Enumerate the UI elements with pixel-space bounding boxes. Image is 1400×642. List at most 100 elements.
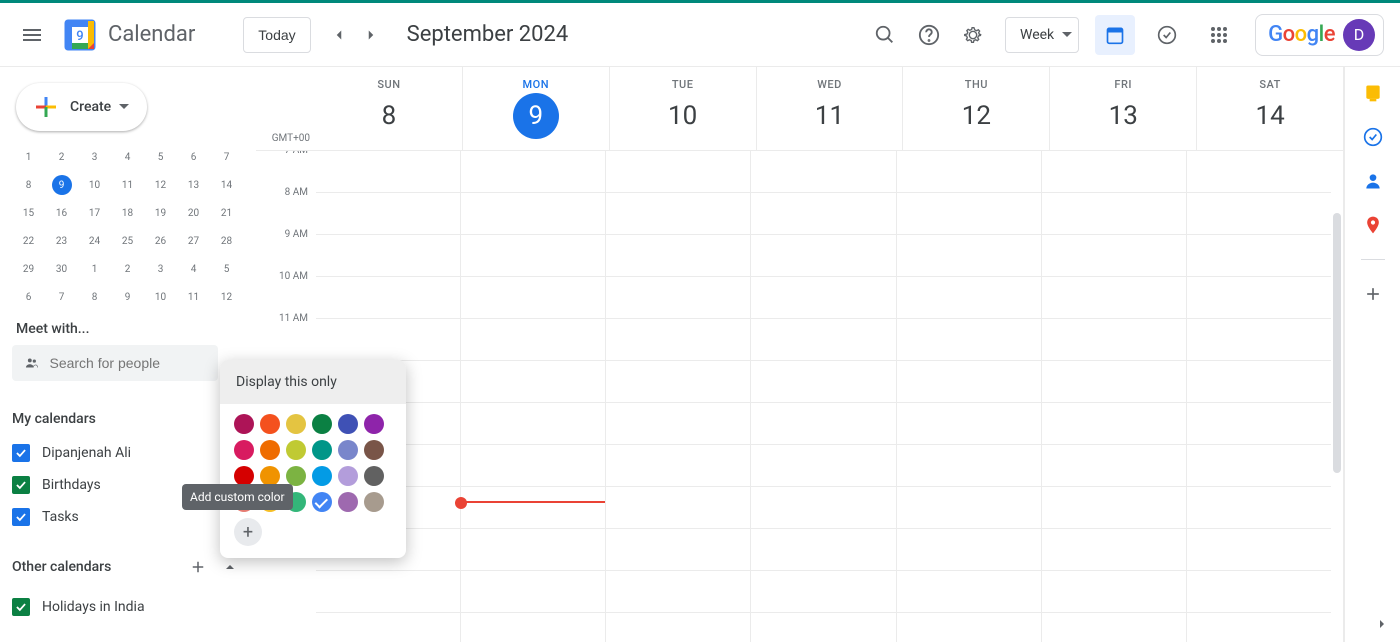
hour-cell[interactable]: [751, 361, 895, 403]
mini-calendar-day[interactable]: 23: [45, 227, 78, 255]
user-avatar[interactable]: D: [1343, 19, 1375, 51]
hour-cell[interactable]: [316, 319, 460, 361]
display-this-only-option[interactable]: Display this only: [220, 360, 406, 404]
hour-cell[interactable]: [897, 487, 1041, 529]
maps-panel-icon[interactable]: [1363, 215, 1383, 235]
hour-cell[interactable]: [1187, 361, 1331, 403]
color-swatch[interactable]: [338, 492, 358, 512]
day-header[interactable]: TUE10: [609, 67, 756, 150]
hour-cell[interactable]: [461, 487, 605, 529]
hour-cell[interactable]: [897, 571, 1041, 613]
day-number[interactable]: 11: [807, 93, 853, 139]
day-column[interactable]: [1186, 151, 1331, 642]
mini-calendar-day[interactable]: 7: [210, 143, 243, 171]
add-custom-color-button[interactable]: +: [234, 518, 262, 546]
mini-calendar-day[interactable]: 17: [78, 199, 111, 227]
mini-calendar-day[interactable]: 28: [210, 227, 243, 255]
hour-cell[interactable]: [897, 613, 1041, 642]
hour-cell[interactable]: [461, 151, 605, 193]
mini-calendar-day[interactable]: 22: [12, 227, 45, 255]
hour-cell[interactable]: [461, 277, 605, 319]
hour-cell[interactable]: [751, 487, 895, 529]
day-number[interactable]: 10: [660, 93, 706, 139]
hour-cell[interactable]: [897, 361, 1041, 403]
hour-cell[interactable]: [751, 277, 895, 319]
mini-calendar-day[interactable]: 6: [177, 143, 210, 171]
color-swatch[interactable]: [364, 414, 384, 434]
mini-calendar-day[interactable]: 7: [45, 283, 78, 311]
day-header[interactable]: THU12: [902, 67, 1049, 150]
hour-cell[interactable]: [897, 277, 1041, 319]
hour-cell[interactable]: [606, 529, 750, 571]
hour-cell[interactable]: [316, 277, 460, 319]
mini-calendar-day[interactable]: 16: [45, 199, 78, 227]
hour-cell[interactable]: [461, 529, 605, 571]
mini-calendar-day[interactable]: 26: [144, 227, 177, 255]
calendar-checkbox[interactable]: [12, 508, 30, 526]
color-swatch[interactable]: [338, 440, 358, 460]
hour-cell[interactable]: [1187, 235, 1331, 277]
hour-cell[interactable]: [1187, 529, 1331, 571]
mini-calendar-day[interactable]: 14: [210, 171, 243, 199]
day-column[interactable]: [750, 151, 895, 642]
hour-cell[interactable]: [606, 151, 750, 193]
hour-cell[interactable]: [1187, 571, 1331, 613]
search-people-field[interactable]: [12, 345, 218, 381]
color-swatch[interactable]: [312, 440, 332, 460]
tasks-view-button[interactable]: [1147, 15, 1187, 55]
day-header[interactable]: MON9: [462, 67, 609, 150]
day-number[interactable]: 12: [953, 93, 999, 139]
hour-cell[interactable]: [751, 319, 895, 361]
hour-cell[interactable]: [316, 193, 460, 235]
search-button[interactable]: [865, 15, 905, 55]
hour-cell[interactable]: [751, 613, 895, 642]
hour-cell[interactable]: [461, 361, 605, 403]
hour-cell[interactable]: [461, 613, 605, 642]
color-swatch[interactable]: [234, 466, 254, 486]
hour-cell[interactable]: [751, 235, 895, 277]
google-apps-button[interactable]: [1199, 15, 1239, 55]
mini-calendar-day[interactable]: 4: [111, 143, 144, 171]
hour-cell[interactable]: [751, 151, 895, 193]
hour-cell[interactable]: [1187, 487, 1331, 529]
mini-calendar-day[interactable]: 5: [210, 255, 243, 283]
mini-calendar-day[interactable]: 1: [12, 143, 45, 171]
color-swatch[interactable]: [260, 466, 280, 486]
mini-calendar-day[interactable]: 6: [12, 283, 45, 311]
color-swatch[interactable]: [364, 440, 384, 460]
add-other-calendar-button[interactable]: [184, 553, 212, 581]
day-column[interactable]: [896, 151, 1041, 642]
color-swatch[interactable]: [234, 440, 254, 460]
mini-calendar-day[interactable]: 21: [210, 199, 243, 227]
mini-calendar-day[interactable]: 11: [111, 171, 144, 199]
hour-cell[interactable]: [1187, 277, 1331, 319]
other-calendars-heading[interactable]: Other calendars: [12, 559, 111, 575]
keep-icon[interactable]: [1363, 83, 1383, 103]
hour-cell[interactable]: [751, 571, 895, 613]
hour-cell[interactable]: [1042, 277, 1186, 319]
hour-cell[interactable]: [751, 403, 895, 445]
hour-cell[interactable]: [1187, 193, 1331, 235]
hour-cell[interactable]: [1187, 151, 1331, 193]
hour-cell[interactable]: [1187, 613, 1331, 642]
hour-cell[interactable]: [461, 193, 605, 235]
mini-calendar-day[interactable]: 1: [78, 255, 111, 283]
tasks-panel-icon[interactable]: [1363, 127, 1383, 147]
search-people-input[interactable]: [49, 355, 206, 371]
main-menu-button[interactable]: [8, 11, 56, 59]
hour-cell[interactable]: [316, 613, 460, 642]
hour-cell[interactable]: [461, 571, 605, 613]
color-swatch[interactable]: [338, 414, 358, 434]
hour-cell[interactable]: [316, 235, 460, 277]
day-number[interactable]: 14: [1247, 93, 1293, 139]
color-swatch[interactable]: [312, 492, 332, 512]
hour-cell[interactable]: [1042, 403, 1186, 445]
mini-calendar-day[interactable]: 12: [210, 283, 243, 311]
settings-button[interactable]: [953, 15, 993, 55]
hour-cell[interactable]: [606, 361, 750, 403]
mini-calendar-day[interactable]: 29: [12, 255, 45, 283]
hour-cell[interactable]: [897, 193, 1041, 235]
view-selector[interactable]: Week: [1005, 17, 1079, 53]
hour-cell[interactable]: [606, 403, 750, 445]
mini-calendar-day[interactable]: 11: [177, 283, 210, 311]
